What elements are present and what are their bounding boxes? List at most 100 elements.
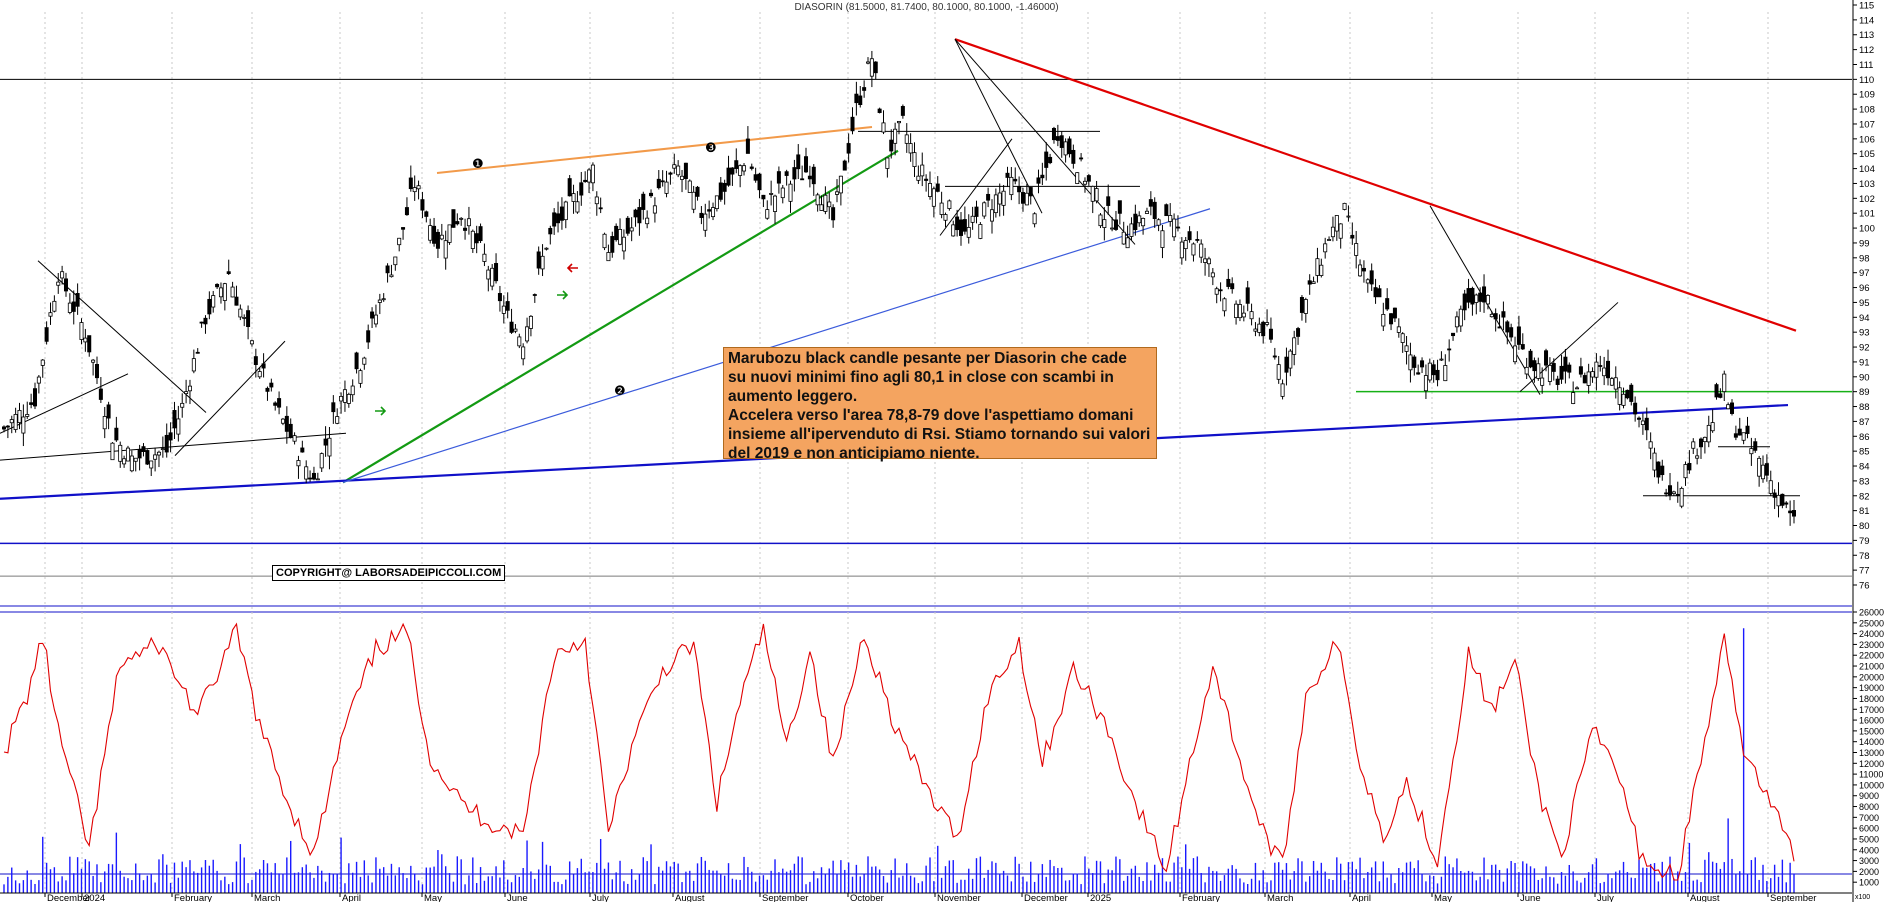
candle-body	[997, 192, 1002, 205]
candle-body	[889, 139, 894, 152]
volume-tick-label: 22000	[1859, 651, 1884, 661]
candle-body	[869, 58, 874, 77]
candle-body	[1764, 463, 1769, 476]
candle-body	[966, 227, 971, 238]
candle-body	[1757, 457, 1762, 477]
candle-body	[1427, 362, 1432, 381]
candle-body	[618, 228, 623, 245]
candle-body	[575, 201, 580, 213]
candle-body	[1334, 215, 1339, 232]
candle-body	[590, 164, 595, 184]
candle-body	[1276, 364, 1281, 380]
candle-body	[164, 434, 169, 453]
candle-body	[1400, 333, 1405, 343]
candle-body	[447, 224, 452, 243]
candle-body	[29, 402, 34, 405]
candle-body	[730, 167, 735, 175]
candle-body	[1156, 219, 1161, 226]
candle-body	[536, 251, 541, 269]
candle-body	[1416, 372, 1421, 375]
volume-tick-label: 4000	[1859, 845, 1879, 855]
candle-body	[1237, 304, 1242, 319]
candle-body	[1218, 289, 1223, 292]
candle-body	[385, 265, 390, 274]
candle-body	[924, 178, 929, 181]
candle-body	[1350, 234, 1355, 239]
candle-body	[180, 402, 185, 408]
candle-body	[1299, 297, 1304, 313]
candle-body	[122, 458, 127, 465]
candle-body	[2, 426, 7, 430]
y-tick-label: 104	[1859, 164, 1875, 175]
candle-body	[141, 446, 146, 452]
candle-body	[288, 423, 293, 438]
candle-body	[118, 444, 123, 462]
y-tick-label: 114	[1859, 15, 1874, 26]
y-tick-label: 84	[1859, 462, 1870, 473]
candle-body	[265, 387, 270, 392]
x-tick-label: July	[1597, 893, 1614, 902]
candle-body	[1485, 295, 1490, 305]
volume-tick-label: 21000	[1859, 662, 1884, 672]
candle-body	[811, 166, 816, 185]
candle-body	[1482, 286, 1487, 303]
candle-body	[393, 256, 398, 266]
candle-body	[846, 143, 851, 154]
candle-body	[451, 209, 456, 228]
candle-body	[52, 300, 57, 312]
candle-body	[1474, 294, 1479, 303]
candle-body	[1582, 375, 1587, 384]
candle-body	[211, 295, 216, 308]
candle-body	[1528, 350, 1533, 368]
candle-body	[955, 216, 960, 231]
y-tick-label: 100	[1859, 224, 1875, 235]
candle-body	[1048, 156, 1053, 164]
candle-body	[501, 305, 506, 314]
candle-body	[1710, 422, 1715, 432]
candle-body	[331, 402, 336, 413]
y-tick-label: 95	[1859, 298, 1870, 309]
candle-body	[1470, 287, 1475, 305]
x-tick-label: June	[507, 893, 528, 902]
candle-body	[106, 404, 111, 419]
candle-body	[637, 207, 642, 224]
y-tick-label: 76	[1859, 581, 1870, 592]
x-tick-label: May	[1434, 893, 1452, 902]
candle-body	[1389, 313, 1394, 325]
candle-body	[110, 442, 115, 461]
candle-body	[346, 393, 351, 404]
candle-body	[1513, 345, 1518, 363]
candle-body	[579, 182, 584, 196]
candle-body	[540, 255, 545, 270]
candle-body	[1222, 298, 1227, 312]
candle-body	[1377, 288, 1382, 298]
candle-body	[203, 317, 208, 325]
y-tick-label: 101	[1859, 209, 1875, 220]
candle-body	[1544, 350, 1549, 366]
candle-body	[587, 169, 592, 183]
candle-body	[370, 311, 375, 319]
candle-body	[401, 227, 406, 230]
candle-body	[362, 357, 367, 365]
candle-body	[1110, 227, 1115, 230]
candle-body	[234, 296, 239, 306]
candle-body	[1036, 177, 1041, 184]
candle-body	[184, 391, 189, 395]
candle-body	[87, 335, 92, 353]
candle-body	[327, 437, 332, 457]
candle-body	[1152, 201, 1157, 220]
candle-body	[672, 164, 677, 169]
candle-body	[1633, 402, 1638, 415]
candle-body	[1404, 345, 1409, 352]
candle-body	[1028, 187, 1033, 197]
candle-body	[1702, 436, 1707, 443]
candle-body	[1129, 223, 1134, 237]
volume-tick-label: 8000	[1859, 802, 1879, 812]
x-tick-label: October	[850, 893, 884, 902]
candle-body	[94, 364, 99, 379]
y-tick-label: 105	[1859, 149, 1875, 160]
volume-tick-label: 25000	[1859, 618, 1884, 628]
candle-body	[17, 409, 22, 424]
candle-body	[215, 283, 220, 288]
candle-body	[742, 165, 747, 172]
